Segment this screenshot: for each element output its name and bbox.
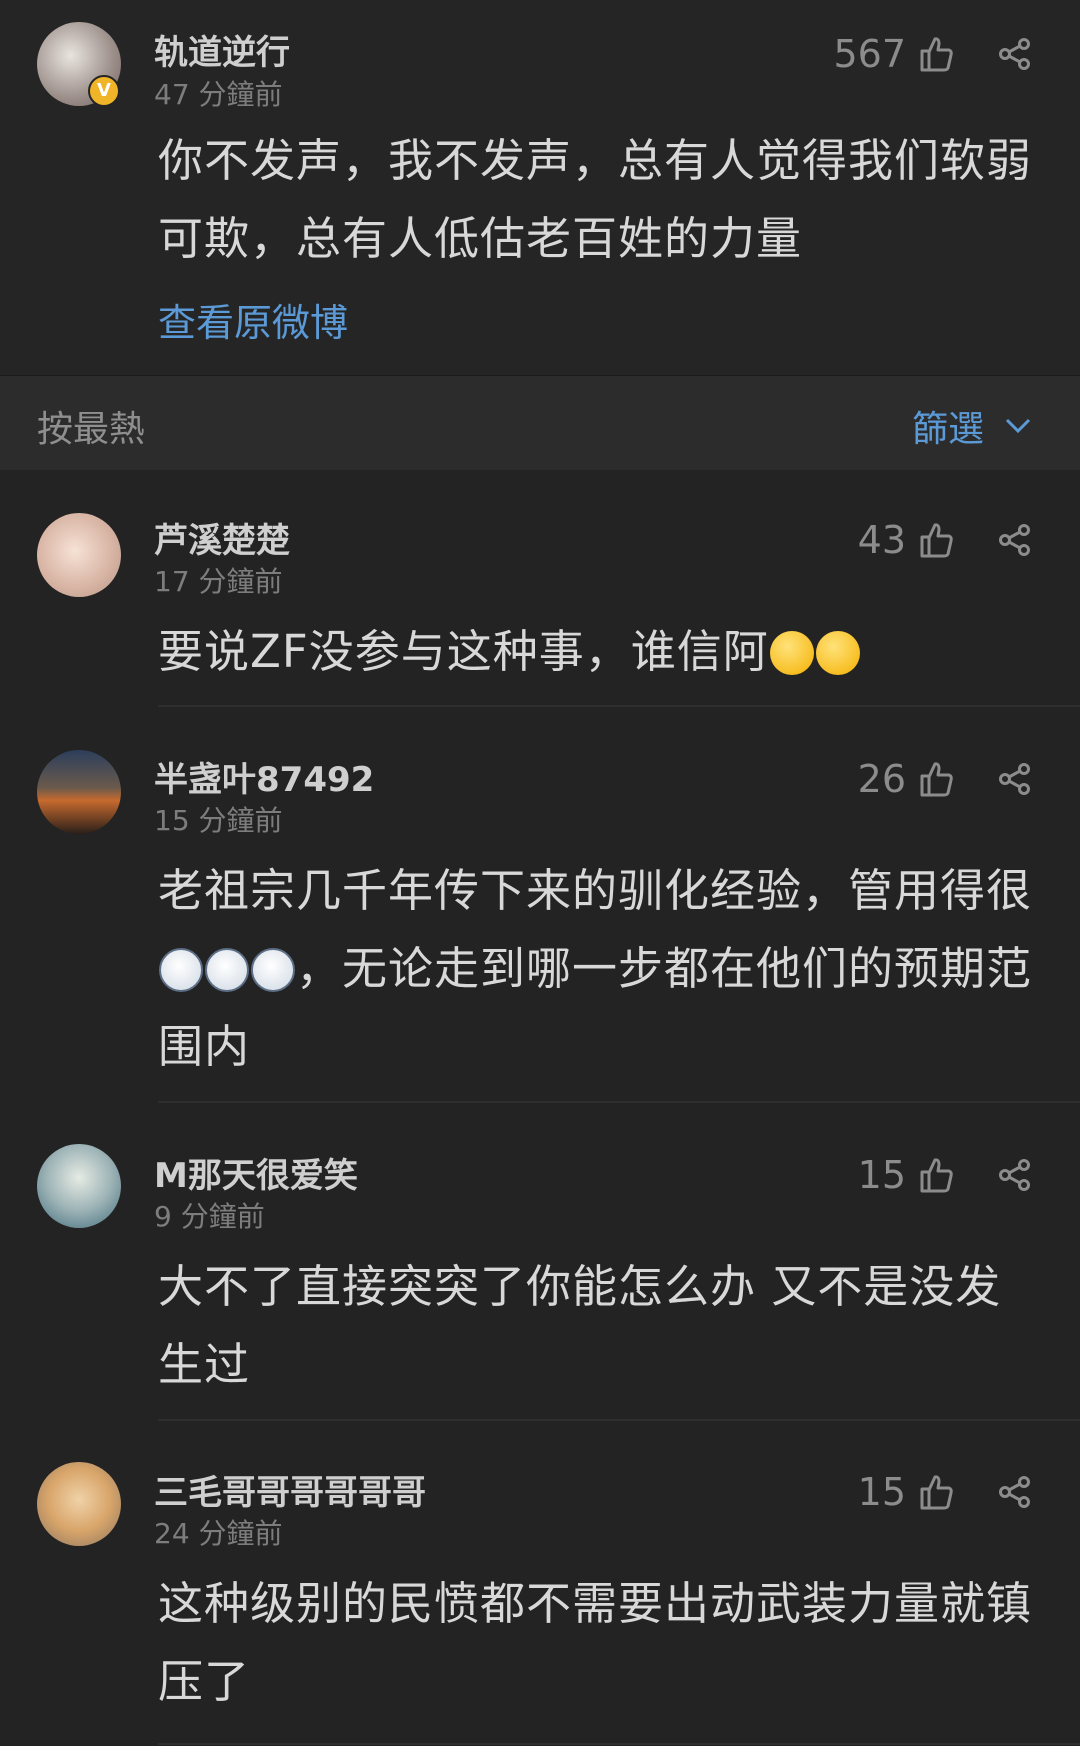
comment-actions: 15 <box>858 1150 1032 1200</box>
like-count: 15 <box>857 1153 906 1197</box>
thumbs-up-icon[interactable] <box>918 35 954 73</box>
comment-actions: 15 <box>858 1467 1032 1517</box>
thumbs-up-icon[interactable] <box>918 1473 954 1511</box>
doge-emoji-icon <box>251 948 295 992</box>
avatar[interactable] <box>37 1144 121 1228</box>
filter-label: 篩選 <box>911 409 984 450</box>
share-icon[interactable] <box>998 1158 1032 1192</box>
share-icon[interactable] <box>998 762 1032 796</box>
like-count: 15 <box>857 1470 906 1514</box>
comment-time: 24 分鐘前 <box>154 1517 283 1550</box>
verified-badge-icon: V <box>88 75 120 107</box>
comment-username[interactable]: 三毛哥哥哥哥哥哥 <box>154 1465 426 1514</box>
comment-actions: 26 <box>858 754 1032 804</box>
thumbs-up-icon[interactable] <box>918 760 954 798</box>
comment-item: M那天很爱笑 9 分鐘前 15 大不了直接突突了你能怎么办 又不是没发生过 <box>0 1103 1080 1421</box>
doge-emoji-icon <box>159 948 203 992</box>
comment-time: 15 分鐘前 <box>154 804 283 837</box>
comment-username[interactable]: 半盏叶87492 <box>154 752 374 801</box>
original-post-card: V 轨道逆行 47 分鐘前 567 你不发声，我不发声，总有人觉得我们软弱可欺，… <box>0 0 1080 376</box>
comment-actions: 43 <box>858 515 1032 565</box>
comment-item: 半盏叶87492 15 分鐘前 26 老祖宗几千年传下来的驯化经验，管用得很，无… <box>0 707 1080 1103</box>
avatar[interactable] <box>37 1462 121 1546</box>
comment-text: 要说ZF没参与这种事，谁信阿 <box>158 613 1042 691</box>
hug-emoji-icon <box>769 631 814 675</box>
thumbs-up-icon[interactable] <box>918 1156 954 1194</box>
comment-time: 17 分鐘前 <box>154 565 283 598</box>
comment-text: 大不了直接突突了你能怎么办 又不是没发生过 <box>158 1260 1002 1391</box>
like-count: 43 <box>857 518 906 562</box>
comment-username[interactable]: M那天很爱笑 <box>154 1148 358 1197</box>
post-text: 你不发声，我不发声，总有人觉得我们软弱可欺，总有人低估老百姓的力量 <box>158 134 1033 265</box>
filter-button[interactable]: 篩選 <box>912 400 1032 452</box>
sort-bar: 按最熱 篩選 <box>0 376 1080 470</box>
comment-text: 这种级别的民愤都不需要出动武装力量就镇压了 <box>158 1577 1033 1708</box>
comment-list: 芦溪楚楚 17 分鐘前 43 要说ZF没参与这种事，谁信阿 半盏叶87492 1… <box>0 470 1080 1746</box>
comment-text-content: 要说ZF没参与这种事，谁信阿 <box>158 625 769 678</box>
comment-item: 三毛哥哥哥哥哥哥 24 分鐘前 15 这种级别的民愤都不需要出动武装力量就镇压了 <box>0 1421 1080 1746</box>
avatar[interactable] <box>37 513 121 597</box>
view-original-link[interactable]: 查看原微博 <box>158 292 348 347</box>
share-icon[interactable] <box>998 1475 1032 1509</box>
post-actions: 567 <box>833 29 1032 79</box>
chevron-down-icon <box>1004 417 1032 435</box>
like-count: 26 <box>857 757 906 801</box>
post-time: 47 分鐘前 <box>154 78 283 111</box>
comment-text-content: 老祖宗几千年传下来的驯化经验，管用得很 <box>158 864 1033 917</box>
comment-item: 芦溪楚楚 17 分鐘前 43 要说ZF没参与这种事，谁信阿 <box>0 470 1080 707</box>
doge-emoji-icon <box>205 948 249 992</box>
comment-username[interactable]: 芦溪楚楚 <box>154 513 290 562</box>
like-count: 567 <box>833 32 906 76</box>
share-icon[interactable] <box>998 37 1032 71</box>
sort-hot-button[interactable]: 按最熱 <box>37 400 145 452</box>
thumbs-up-icon[interactable] <box>918 521 954 559</box>
hug-emoji-icon <box>815 631 860 675</box>
comment-time: 9 分鐘前 <box>154 1200 265 1233</box>
post-username[interactable]: 轨道逆行 <box>154 25 290 74</box>
comment-text: 老祖宗几千年传下来的驯化经验，管用得很，无论走到哪一步都在他们的预期范围内 <box>158 852 1042 1086</box>
avatar[interactable] <box>37 750 121 834</box>
share-icon[interactable] <box>998 523 1032 557</box>
